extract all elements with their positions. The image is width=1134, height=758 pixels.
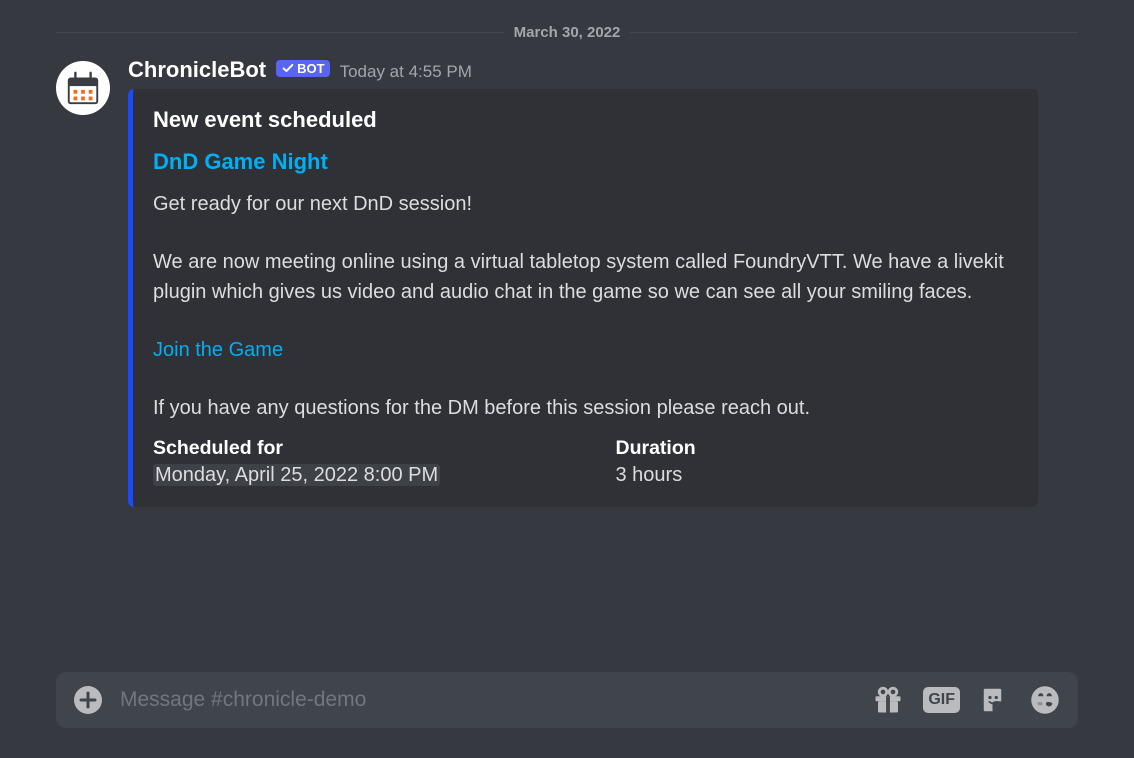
message-header: ChronicleBot BOT Today at 4:55 PM	[128, 57, 1078, 83]
embed-description: Get ready for our next DnD session! We a…	[153, 189, 1018, 423]
field-name: Duration	[616, 437, 1019, 460]
divider-line	[56, 32, 504, 33]
message-timestamp: Today at 4:55 PM	[340, 62, 472, 82]
embed-paragraph: We are now meeting online using a virtua…	[153, 247, 1018, 307]
emoji-button[interactable]	[1030, 685, 1060, 715]
embed-field-duration: Duration 3 hours	[616, 437, 1019, 487]
gift-button[interactable]	[873, 685, 903, 715]
embed-fields: Scheduled for Monday, April 25, 2022 8:0…	[153, 437, 1018, 487]
message: ChronicleBot BOT Today at 4:55 PM New ev…	[56, 57, 1078, 507]
sticker-icon	[980, 685, 1010, 715]
attach-button[interactable]	[74, 686, 102, 714]
bot-badge-label: BOT	[297, 61, 324, 76]
avatar[interactable]	[56, 61, 110, 115]
join-game-link[interactable]: Join the Game	[153, 339, 283, 361]
field-value: 3 hours	[616, 464, 1019, 487]
embed: New event scheduled DnD Game Night Get r…	[128, 89, 1038, 507]
message-input[interactable]	[120, 688, 855, 712]
date-divider-label: March 30, 2022	[504, 24, 631, 41]
field-value: Monday, April 25, 2022 8:00 PM	[153, 464, 556, 487]
emoji-icon	[1030, 685, 1060, 715]
embed-title-link[interactable]: DnD Game Night	[153, 149, 1018, 175]
gift-icon	[873, 685, 903, 715]
embed-paragraph: Get ready for our next DnD session!	[153, 189, 1018, 219]
gif-button[interactable]: GIF	[923, 687, 960, 713]
embed-paragraph: If you have any questions for the DM bef…	[153, 393, 1018, 423]
field-name: Scheduled for	[153, 437, 556, 460]
check-icon	[281, 61, 295, 75]
embed-heading: New event scheduled	[153, 107, 1018, 133]
message-compose-bar: GIF	[56, 672, 1078, 728]
author-name[interactable]: ChronicleBot	[128, 57, 266, 83]
sticker-button[interactable]	[980, 685, 1010, 715]
date-divider: March 30, 2022	[56, 24, 1078, 41]
bot-badge: BOT	[276, 60, 329, 77]
plus-icon	[79, 691, 97, 709]
divider-line	[630, 32, 1078, 33]
calendar-icon	[64, 69, 102, 107]
embed-field-scheduled: Scheduled for Monday, April 25, 2022 8:0…	[153, 437, 556, 487]
gif-icon: GIF	[923, 687, 960, 713]
